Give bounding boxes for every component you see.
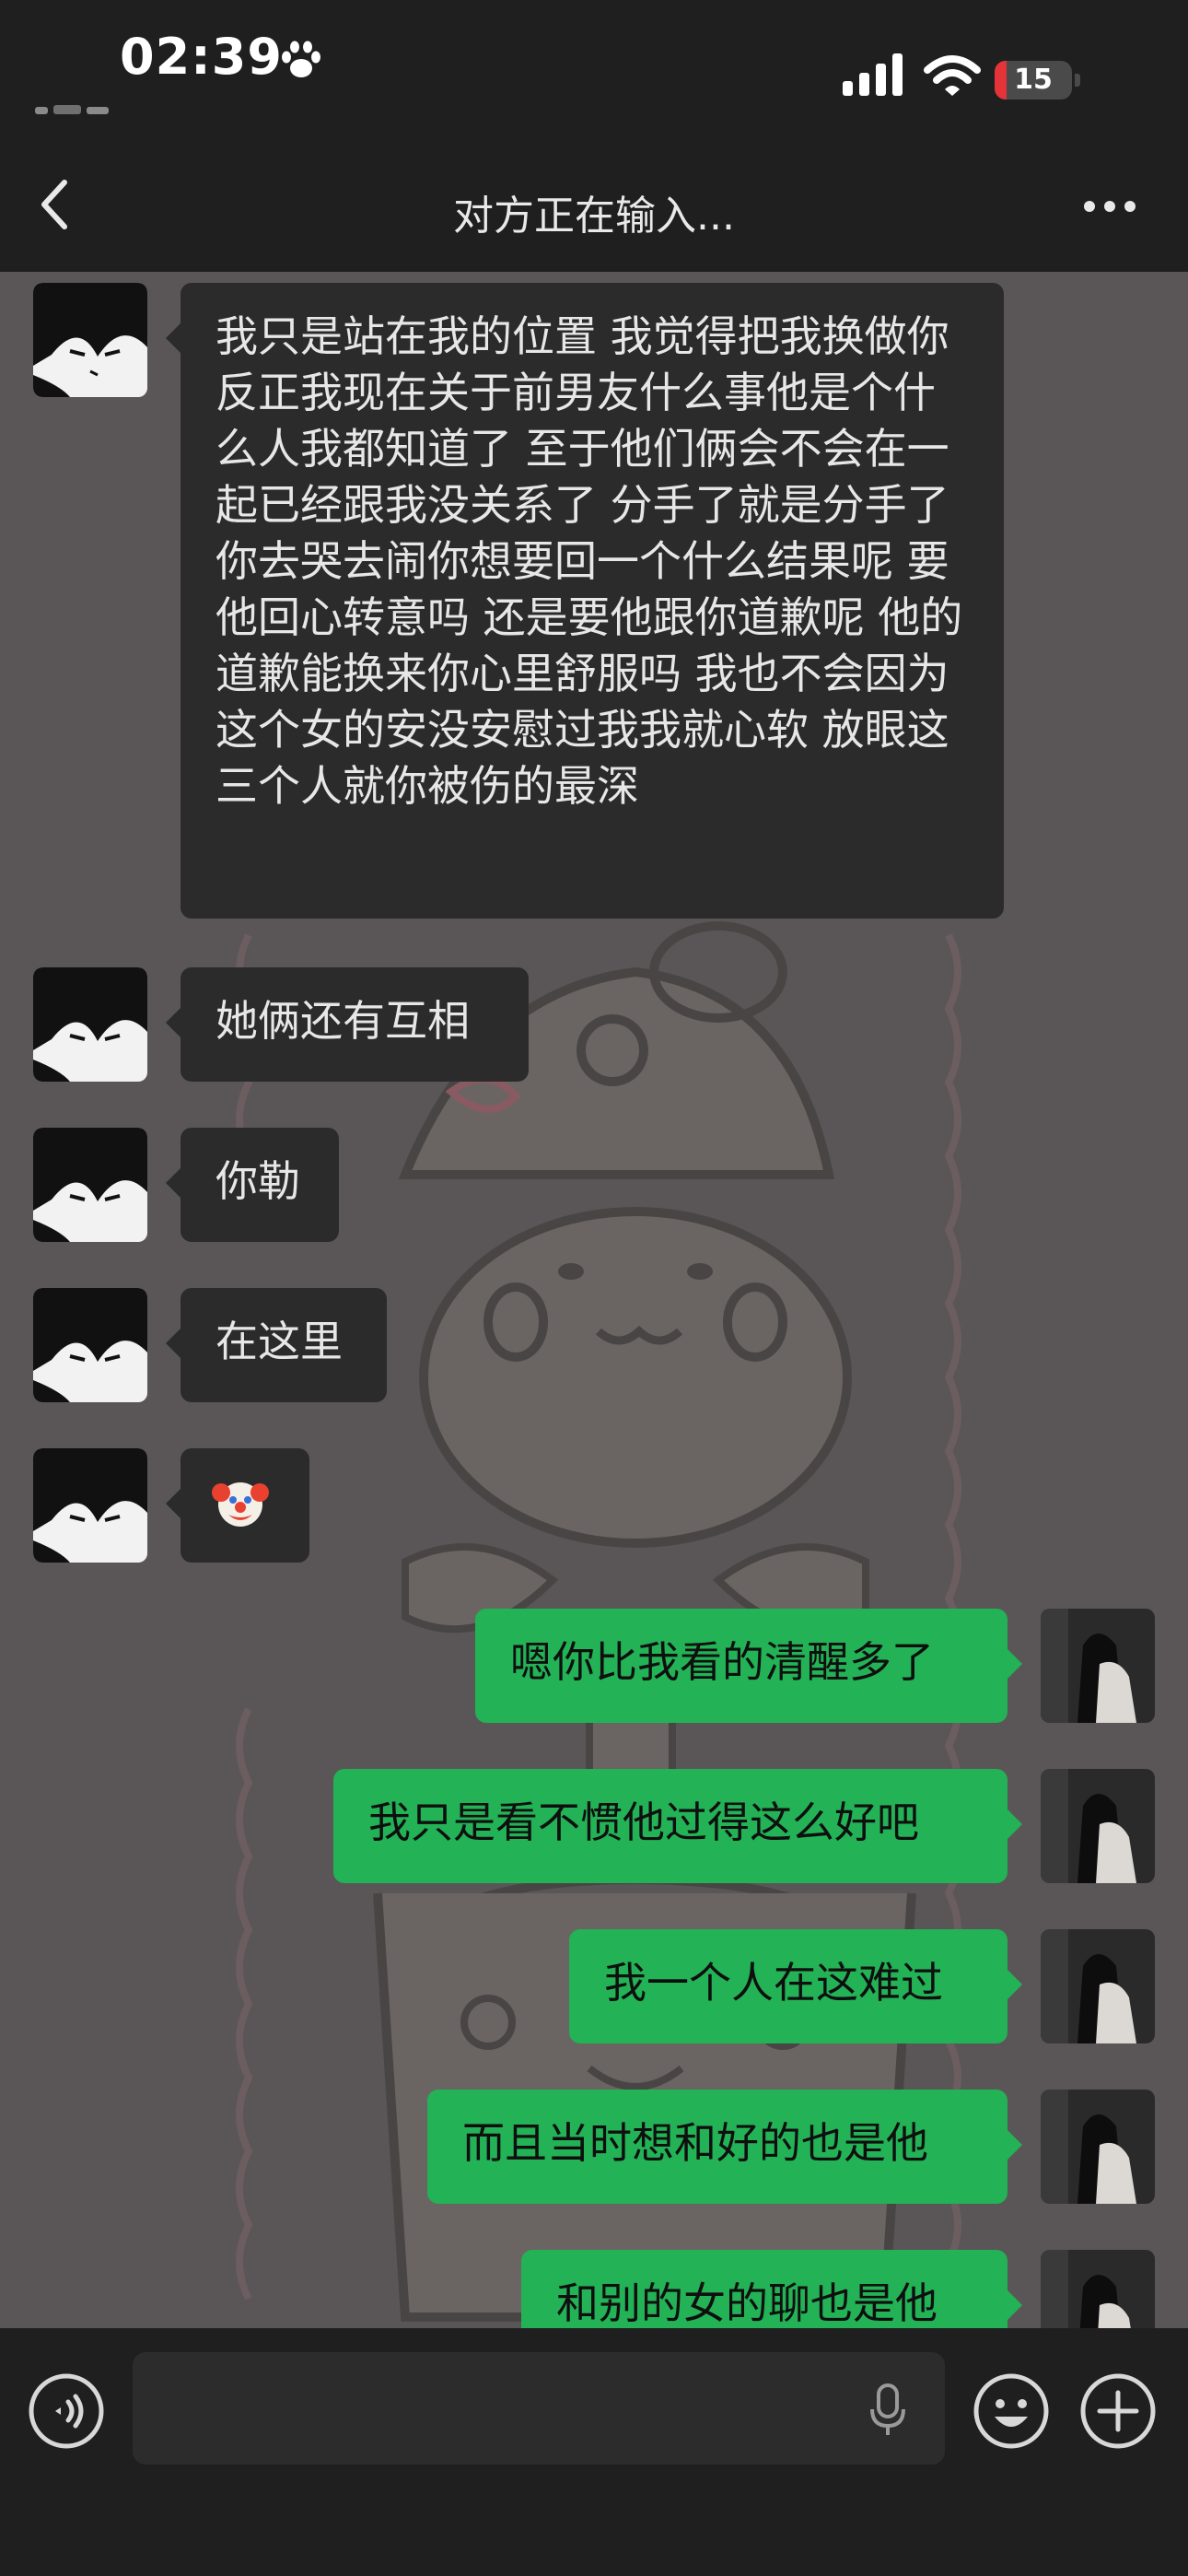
self-avatar[interactable] <box>1041 2250 1155 2328</box>
message-bubble[interactable]: 和别的女的聊也是他 <box>521 2250 1022 2328</box>
signal-icon <box>843 53 903 96</box>
self-avatar[interactable] <box>1041 1609 1155 1723</box>
emoji-icon[interactable] <box>973 2372 1050 2450</box>
self-avatar[interactable] <box>1041 2090 1155 2204</box>
message-bubble[interactable]: 而且当时想和好的也是他 <box>427 2090 1022 2204</box>
status-time: 02:39 <box>120 28 283 86</box>
message-bubble[interactable]: 我一个人在这难过 <box>569 1929 1022 2043</box>
chat-header: 对方正在输入... <box>0 138 1188 272</box>
message-input[interactable] <box>133 2352 945 2465</box>
more-dots-icon[interactable] <box>1082 199 1137 214</box>
message-bubble[interactable]: 你勒 <box>166 1128 339 1242</box>
message-bubble[interactable]: 嗯你比我看的清醒多了 <box>475 1609 1022 1723</box>
chat-scroll-area[interactable]: 我只是站在我的位置 我觉得把我换做你 反正我现在关于前男友什么事他是个什么人我都… <box>0 272 1188 2328</box>
contact-avatar[interactable] <box>33 967 147 1082</box>
microphone-icon[interactable] <box>869 2383 906 2437</box>
self-avatar[interactable] <box>1041 1929 1155 2043</box>
message-bubble[interactable]: 在这里 <box>166 1288 387 1402</box>
status-bar: 02:39 15 <box>0 0 1188 138</box>
message-bubble[interactable]: 我只是站在我的位置 我觉得把我换做你 反正我现在关于前男友什么事他是个什么人我都… <box>166 283 1004 919</box>
battery-icon: 15 <box>995 61 1081 100</box>
contact-avatar[interactable] <box>33 283 147 397</box>
contact-avatar[interactable] <box>33 1288 147 1402</box>
status-carrier-icon <box>35 105 109 114</box>
self-avatar[interactable] <box>1041 1769 1155 1883</box>
voice-icon[interactable] <box>28 2372 105 2450</box>
chat-title: 对方正在输入... <box>453 193 735 240</box>
contact-avatar[interactable] <box>33 1128 147 1242</box>
message-bubble[interactable]: 我只是看不惯他过得这么好吧 <box>333 1769 1022 1883</box>
contact-avatar[interactable] <box>33 1448 147 1563</box>
message-bubble[interactable] <box>166 1448 309 1563</box>
wifi-icon <box>924 55 981 96</box>
clown-face-icon <box>212 1482 269 1527</box>
input-bar <box>0 2328 1188 2576</box>
message-bubble[interactable]: 她俩还有互相 <box>166 967 529 1082</box>
paw-icon <box>282 41 320 77</box>
battery-level: 15 <box>1014 64 1053 96</box>
plus-icon[interactable] <box>1079 2372 1157 2450</box>
